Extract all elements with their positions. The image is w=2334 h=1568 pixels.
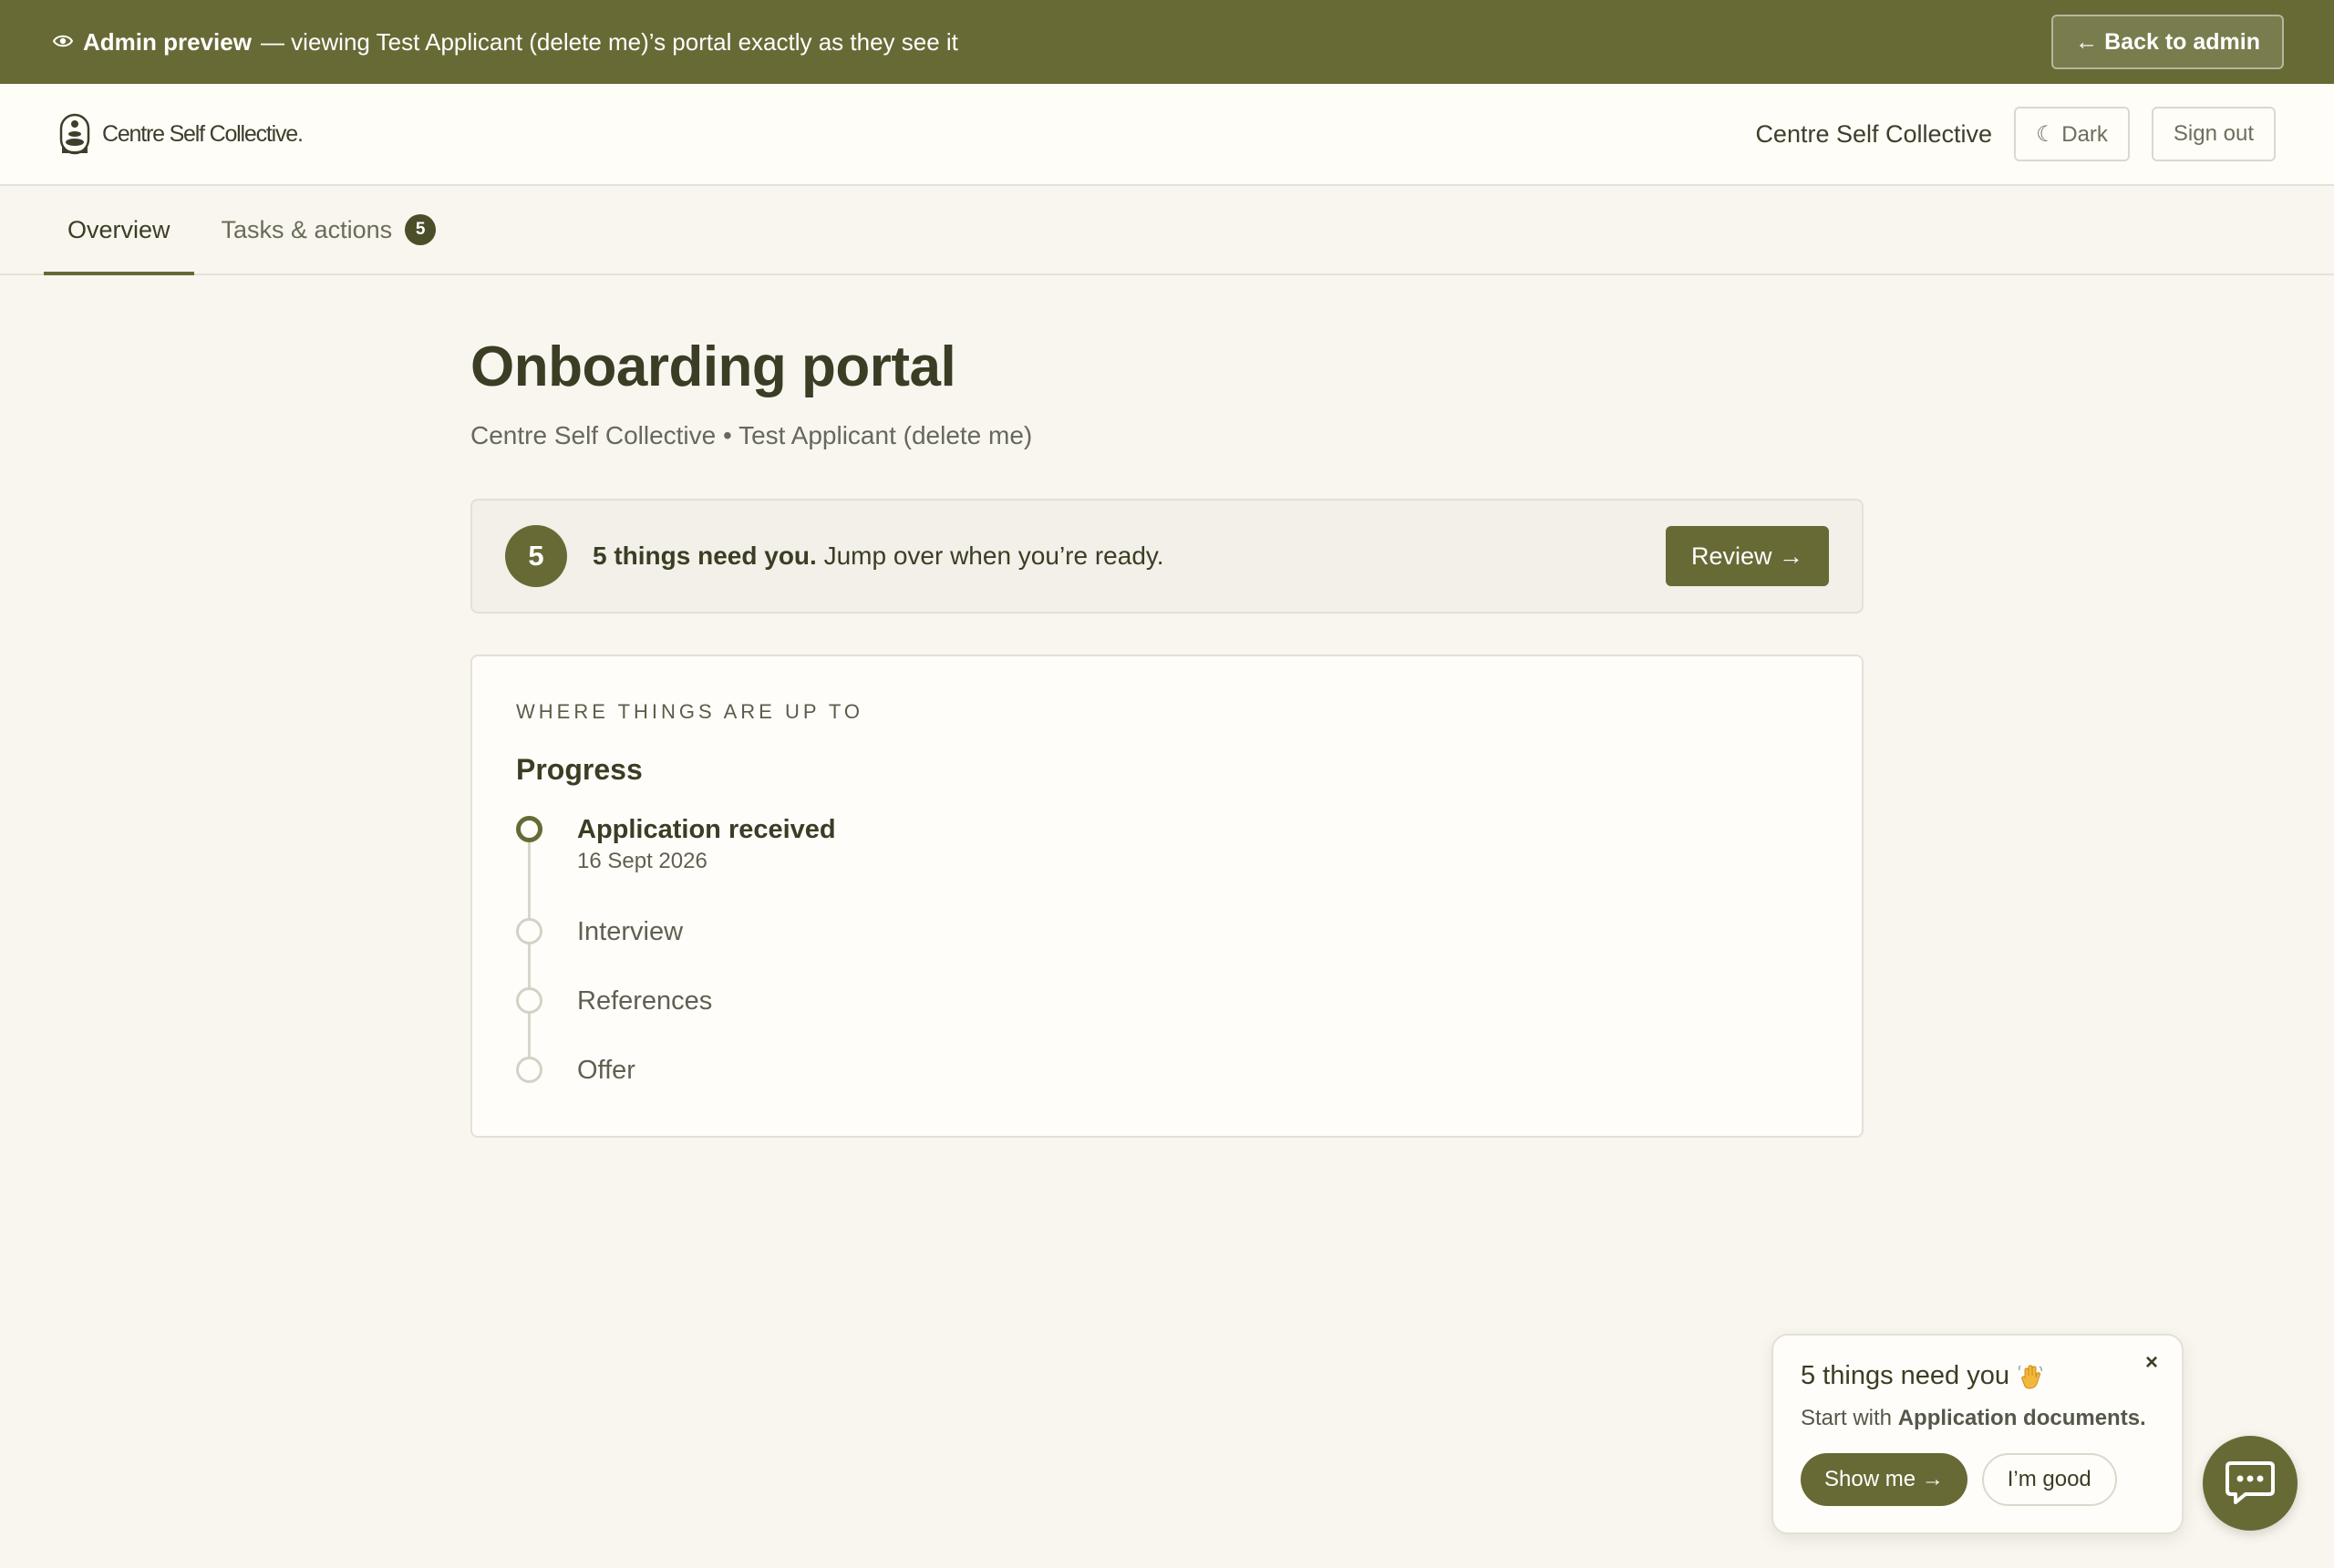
alert-message: 5 things need you. Jump over when you’re… [593,542,1164,571]
tab-overview-label: Overview [67,215,170,243]
timeline-step: References [516,985,1818,1055]
chat-launcher-button[interactable] [2203,1436,2298,1531]
header-actions: Centre Self Collective ☾ Dark Sign out [1755,107,2276,161]
main-content: Onboarding portal Centre Self Collective… [470,335,1864,1138]
page-subtitle: Centre Self Collective • Test Applicant … [470,421,1033,449]
step-label: Offer [577,1056,635,1085]
admin-preview-text: Admin preview — viewing Test Applicant (… [52,28,958,57]
alert-strong-text: 5 things need you. [593,542,817,570]
dark-mode-button[interactable]: ☾ Dark [2014,107,2130,161]
nudge-description: Start with Application documents. [1801,1406,2154,1431]
logo-icon [59,113,90,155]
waving-hand-icon [2018,1364,2042,1389]
assistant-nudge-popup: × 5 things need you Start with Applicati… [1771,1334,2184,1534]
alert-count-badge: 5 [505,525,567,587]
org-name: Centre Self Collective [1755,119,1993,148]
timeline-step: Interview [516,916,1818,985]
tab-tasks-label: Tasks & actions [221,215,393,243]
admin-preview-banner: Admin preview — viewing Test Applicant (… [0,0,2334,84]
logo[interactable]: Centre Self Collective. [58,112,304,156]
step-date: 16 Sept 2026 [577,849,707,873]
nudge-desc-strong: Application documents. [1897,1406,2146,1430]
close-icon[interactable]: × [2145,1350,2158,1376]
step-label: References [577,986,713,1016]
tasks-alert-card: 5 5 things need you. Jump over when you’… [470,499,1864,614]
im-good-button[interactable]: I’m good [1981,1453,2117,1506]
nudge-title: 5 things need you [1801,1361,2154,1391]
progress-title: Progress [516,753,643,786]
back-to-admin-button[interactable]: ← Back to admin [2051,15,2284,69]
nudge-desc-prefix: Start with [1801,1406,1893,1430]
chat-bubble-icon [2226,1461,2275,1504]
logo-text: Centre Self Collective. [102,120,304,147]
admin-preview-description: — viewing Test Applicant (delete me)’s p… [260,27,958,56]
progress-card: WHERE THINGS ARE UP TO Progress Applicat… [470,655,1864,1138]
step-label: Interview [577,917,684,946]
tab-tasks-actions[interactable]: Tasks & actions 5 [194,186,460,273]
step-complete-icon [516,816,542,842]
progress-timeline: Application received 16 Sept 2026 Interv… [516,814,1818,1086]
page-title: Onboarding portal [470,335,956,398]
step-label: Application received [577,815,836,844]
step-pending-icon [516,987,542,1014]
nudge-title-text: 5 things need you [1801,1361,2009,1390]
nav-tabs: Overview Tasks & actions 5 [0,186,2334,275]
timeline-step: Application received 16 Sept 2026 [516,814,1818,916]
alert-text: Jump over when you’re ready. [823,542,1164,570]
nudge-actions: Show me → I’m good [1801,1453,2154,1506]
sign-out-button[interactable]: Sign out [2151,107,2276,161]
tab-overview[interactable]: Overview [44,186,194,275]
review-button[interactable]: Review → [1665,526,1829,586]
step-pending-icon [516,1057,542,1083]
eye-icon [52,30,74,54]
tasks-count-badge: 5 [405,214,437,245]
show-me-button[interactable]: Show me → [1801,1453,1967,1506]
app-header: Centre Self Collective. Centre Self Coll… [0,84,2334,186]
timeline-step: Offer [516,1055,1818,1086]
admin-preview-title: Admin preview [83,27,252,56]
progress-eyebrow: WHERE THINGS ARE UP TO [516,700,863,723]
step-pending-icon [516,918,542,944]
